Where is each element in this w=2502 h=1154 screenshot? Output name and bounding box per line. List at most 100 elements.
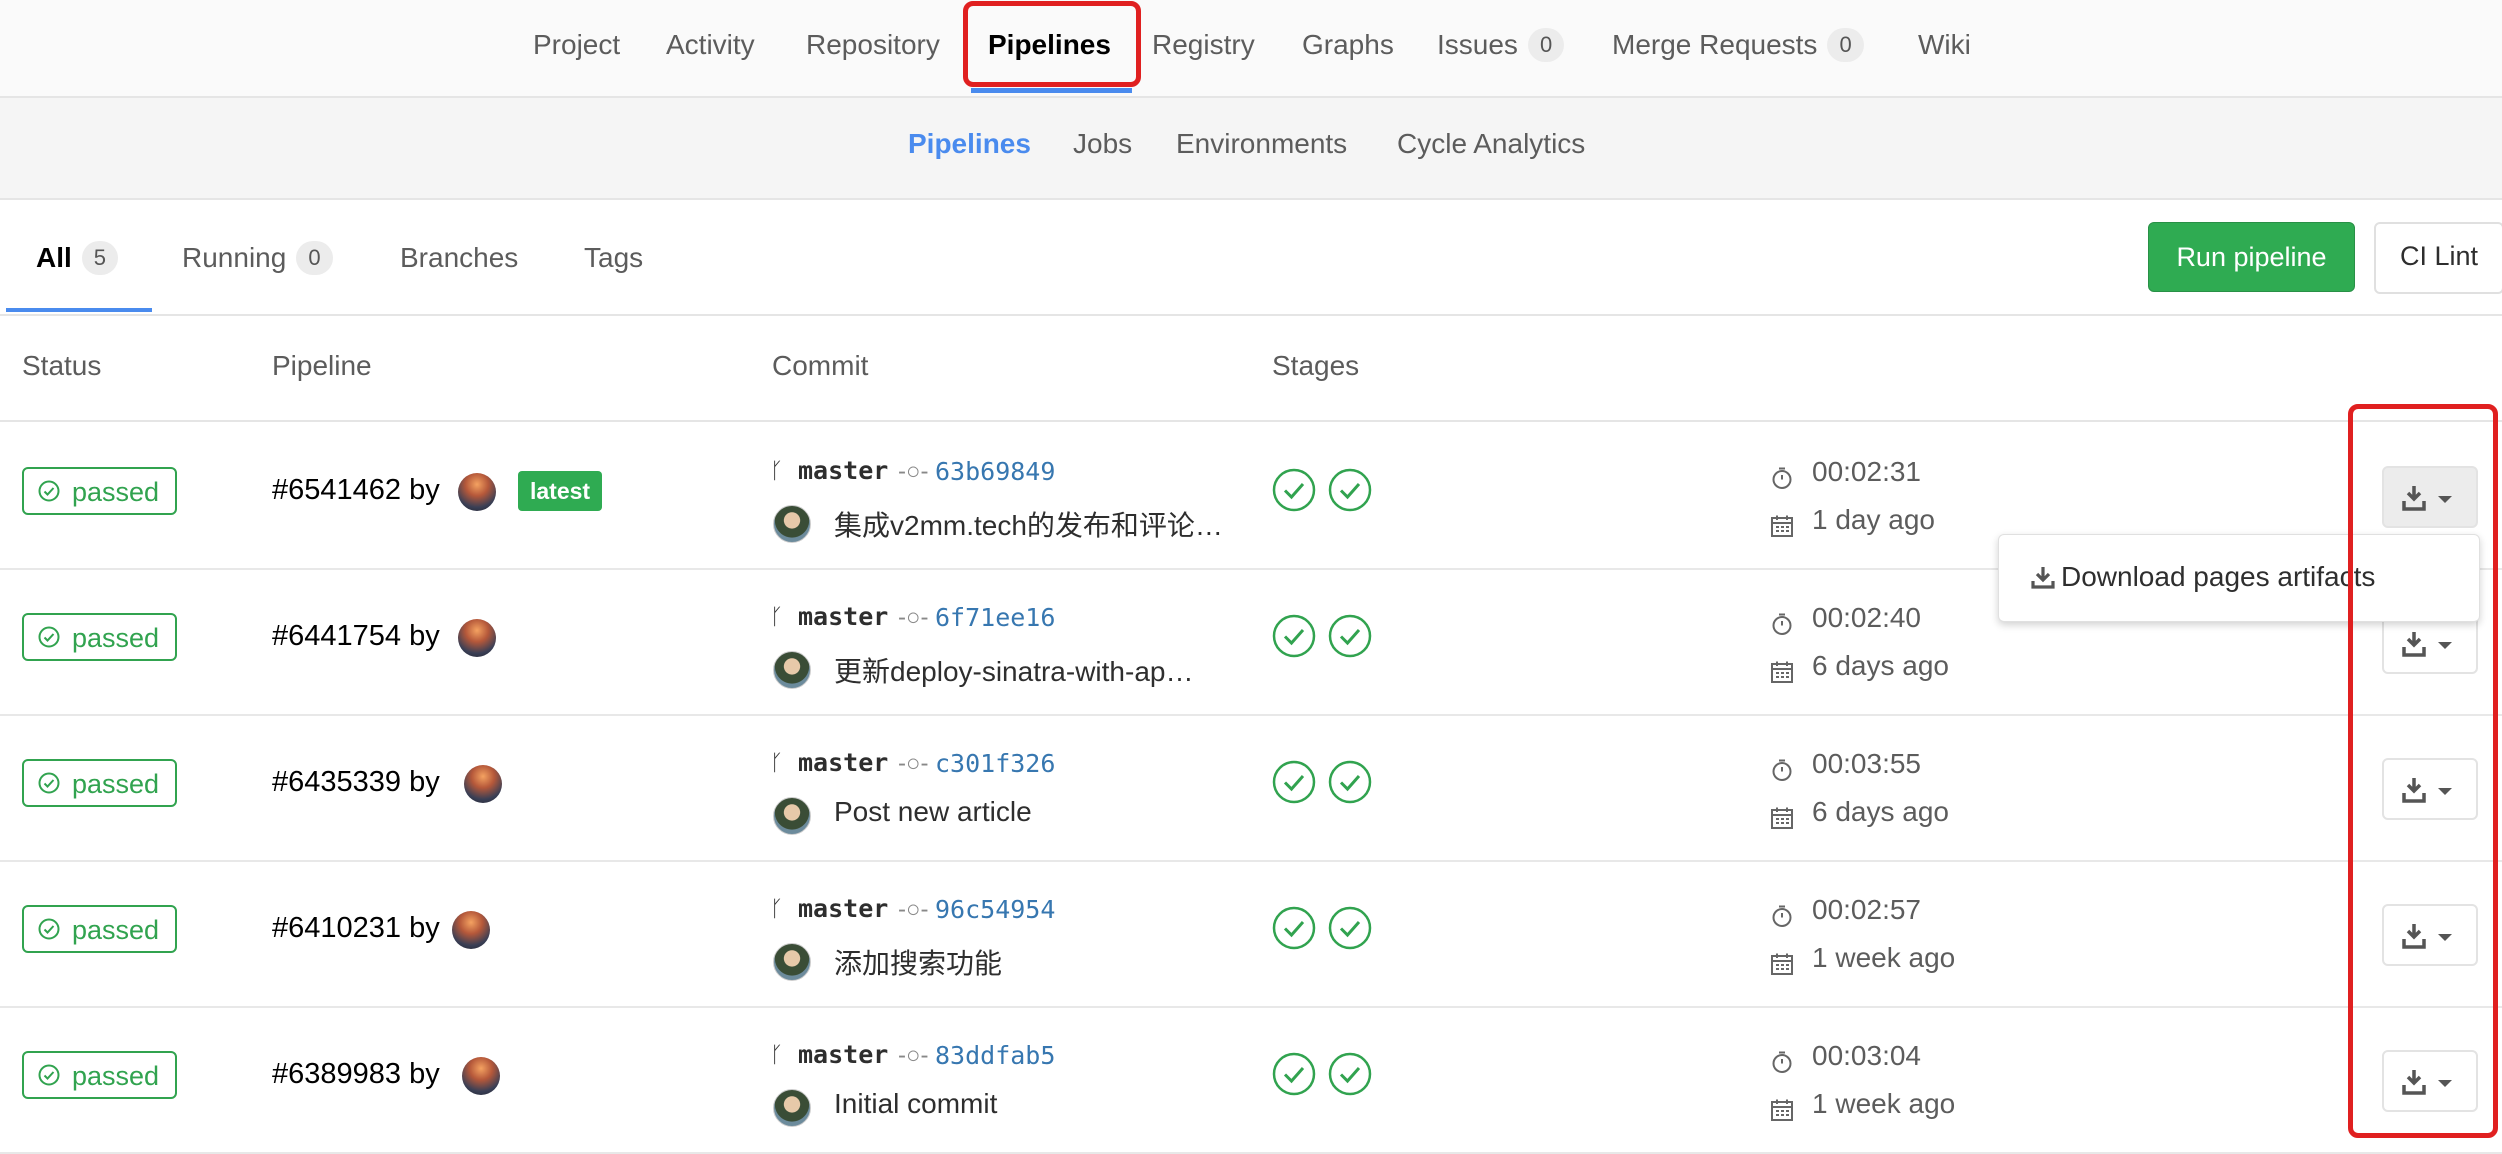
header-status: Status (22, 350, 102, 381)
duration: 00:03:55 (1812, 748, 1921, 779)
finished-ago: 1 week ago (1812, 942, 1956, 973)
branch-name[interactable]: master (798, 748, 888, 777)
header-commit: Commit (772, 350, 869, 381)
commit-message[interactable]: Post new article (834, 796, 1032, 828)
run-pipeline-button[interactable]: Run pipeline (2148, 222, 2355, 292)
subnav-cycle-analytics[interactable]: Cycle Analytics (1397, 128, 1585, 160)
commit-author-avatar[interactable] (773, 651, 811, 689)
branch-name[interactable]: master (798, 456, 888, 485)
tab-running-label: Running (182, 242, 287, 273)
commit-sha[interactable]: 83ddfab5 (935, 1041, 1055, 1070)
active-tab-underline (971, 88, 1132, 93)
table-row: passed #6435339 by ᚴ master -○- c301f326… (0, 714, 2502, 862)
nav-graphs[interactable]: Graphs (1302, 20, 1394, 70)
duration: 00:03:04 (1812, 1040, 1921, 1071)
stage-passed-icon[interactable] (1272, 614, 1316, 658)
stage-passed-icon[interactable] (1328, 906, 1372, 950)
calendar-icon (1771, 807, 1793, 829)
avatar[interactable] (462, 1057, 500, 1095)
commit-message[interactable]: Initial commit (834, 1088, 997, 1120)
nav-registry[interactable]: Registry (1152, 20, 1255, 70)
commit-author-avatar[interactable] (773, 505, 811, 543)
nav-wiki[interactable]: Wiki (1918, 20, 1971, 70)
nav-activity[interactable]: Activity (666, 20, 755, 70)
branch-name[interactable]: master (798, 602, 888, 631)
commit-sha[interactable]: 6f71ee16 (935, 603, 1055, 632)
commit-message[interactable]: 添加搜索功能 (834, 942, 1002, 982)
avatar[interactable] (458, 473, 496, 511)
finished-ago: 6 days ago (1812, 650, 1949, 681)
commit-sha[interactable]: 96c54954 (935, 895, 1055, 924)
ci-lint-button[interactable]: CI Lint (2374, 222, 2502, 294)
issues-count-badge: 0 (1527, 27, 1565, 62)
nav-merge-requests[interactable]: Merge Requests 0 (1612, 20, 1864, 70)
pipeline-id[interactable]: #6389983 by (272, 1058, 440, 1091)
nav-repository[interactable]: Repository (806, 20, 940, 70)
commit-author-avatar[interactable] (773, 1089, 811, 1127)
branch-name[interactable]: master (798, 894, 888, 923)
commit-sha[interactable]: 63b69849 (935, 457, 1055, 486)
check-circle-icon (38, 626, 60, 648)
status-badge[interactable]: passed (22, 759, 177, 807)
status-text: passed (72, 477, 160, 507)
commit-sha[interactable]: c301f326 (935, 749, 1055, 778)
duration: 00:02:40 (1812, 602, 1921, 633)
header-pipeline: Pipeline (272, 350, 372, 381)
actions-highlight-box (2348, 404, 2498, 1138)
nav-issues[interactable]: Issues 0 (1437, 20, 1565, 70)
nav-project[interactable]: Project (533, 20, 620, 70)
duration: 00:02:31 (1812, 456, 1921, 487)
commit-icon: -○- (898, 896, 929, 923)
stage-passed-icon[interactable] (1272, 1052, 1316, 1096)
merge-requests-count-badge: 0 (1827, 27, 1864, 62)
avatar[interactable] (464, 765, 502, 803)
stage-passed-icon[interactable] (1328, 1052, 1372, 1096)
stage-passed-icon[interactable] (1328, 760, 1372, 804)
commit-message[interactable]: 集成v2mm.tech的发布和评论… (834, 504, 1223, 544)
download-icon (2031, 567, 2055, 589)
avatar[interactable] (458, 619, 496, 657)
pipeline-id[interactable]: #6541462 by (272, 474, 440, 507)
scope-tabs: All 5 Running 0 Branches Tags (0, 200, 2502, 316)
stage-passed-icon[interactable] (1272, 906, 1316, 950)
stage-passed-icon[interactable] (1272, 760, 1316, 804)
avatar[interactable] (452, 911, 490, 949)
check-circle-icon (38, 918, 60, 940)
pipeline-id[interactable]: #6435339 by (272, 766, 440, 799)
commit-author-avatar[interactable] (773, 797, 811, 835)
download-artifacts-item[interactable]: Download pages artifacts (2031, 561, 2375, 593)
timer-icon (1772, 1051, 1792, 1073)
timer-icon (1772, 905, 1792, 927)
branch-name[interactable]: master (798, 1040, 888, 1069)
stage-passed-icon[interactable] (1272, 468, 1316, 512)
status-text: passed (72, 915, 160, 945)
stage-passed-icon[interactable] (1328, 468, 1372, 512)
commit-author-avatar[interactable] (773, 943, 811, 981)
nav-merge-requests-label: Merge Requests (1612, 29, 1818, 60)
status-badge[interactable]: passed (22, 1051, 177, 1099)
timer-icon (1772, 467, 1792, 489)
tab-all[interactable]: All 5 (36, 240, 119, 277)
nav-issues-label: Issues (1437, 29, 1518, 60)
check-circle-icon (38, 1064, 60, 1086)
tab-tags[interactable]: Tags (584, 242, 643, 274)
commit-icon: -○- (898, 458, 929, 485)
pipeline-id[interactable]: #6410231 by (272, 912, 440, 945)
stage-passed-icon[interactable] (1328, 614, 1372, 658)
tab-running[interactable]: Running 0 (182, 240, 333, 277)
check-circle-icon (38, 480, 60, 502)
status-badge[interactable]: passed (22, 905, 177, 953)
download-artifacts-label: Download pages artifacts (2061, 561, 2376, 592)
subnav-environments[interactable]: Environments (1176, 128, 1347, 160)
commit-icon: -○- (898, 750, 929, 777)
status-badge[interactable]: passed (22, 467, 177, 515)
subnav-jobs[interactable]: Jobs (1073, 128, 1132, 160)
subnav-pipelines[interactable]: Pipelines (908, 128, 1031, 160)
tab-branches[interactable]: Branches (400, 242, 518, 274)
status-badge[interactable]: passed (22, 613, 177, 661)
top-nav: Project Activity Repository Pipelines Re… (0, 0, 2502, 98)
finished-ago: 1 week ago (1812, 1088, 1956, 1119)
table-row: passed #6389983 by ᚴ master -○- 83ddfab5… (0, 1006, 2502, 1154)
commit-message[interactable]: 更新deploy-sinatra-with-ap… (834, 650, 1193, 690)
pipeline-id[interactable]: #6441754 by (272, 620, 440, 653)
